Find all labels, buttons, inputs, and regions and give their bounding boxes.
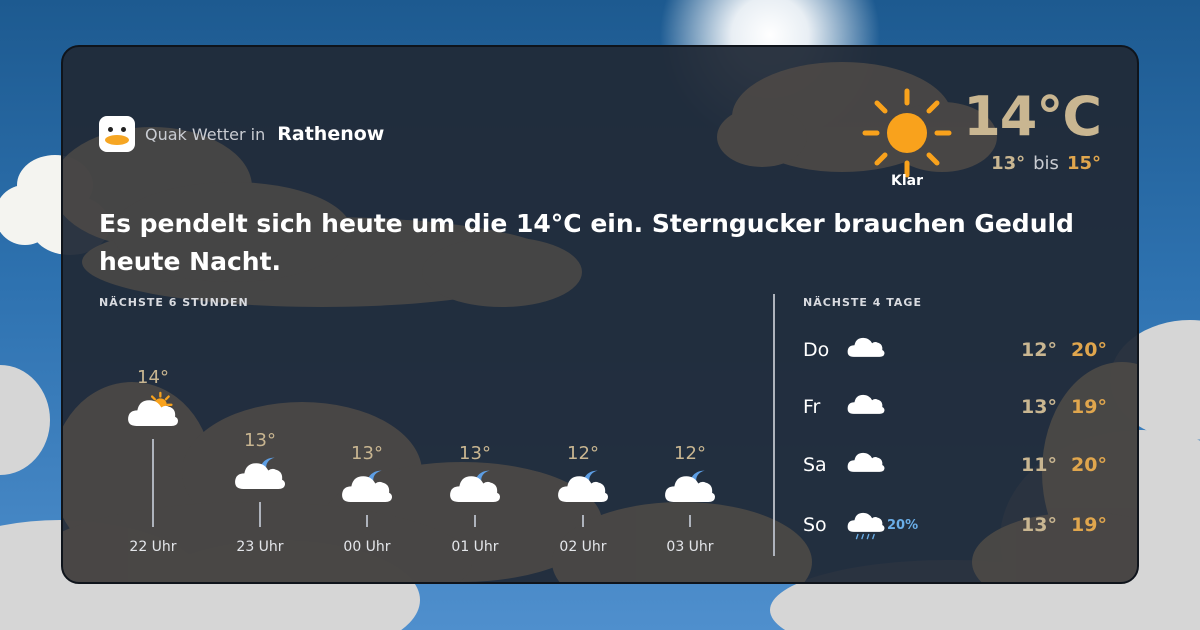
brand-header: Quak Wetter in Rathenow — [99, 115, 384, 153]
day-low: 13° — [1021, 514, 1057, 536]
hourly-level-line — [689, 515, 691, 527]
cloud-moon-icon — [342, 470, 393, 502]
cloud-icon — [847, 337, 885, 357]
hourly-temperature: 12° — [674, 443, 706, 464]
hourly-item: 12° 03 Uhr — [650, 367, 730, 557]
hourly-level-line — [259, 502, 261, 527]
cloud-sun-icon — [128, 391, 179, 426]
current-weather: Klar 14°C 13° bis 15° — [861, 85, 1102, 197]
hourly-section-title: NÄCHSTE 6 STUNDEN — [99, 296, 249, 309]
daily-item: Do 12° 20° — [803, 331, 1107, 371]
day-high: 20° — [1071, 454, 1107, 476]
day-low: 12° — [1021, 339, 1057, 361]
daily-section-title: NÄCHSTE 4 TAGE — [803, 296, 922, 309]
day-high: 19° — [1071, 396, 1107, 418]
current-condition: Klar — [891, 173, 923, 189]
hourly-item: 13° 01 Uhr — [435, 367, 515, 557]
day-name: So — [803, 514, 827, 536]
hourly-temperature: 13° — [351, 443, 383, 464]
weather-card: Quak Wetter in Rathenow Klar 14°C 13° bis… — [61, 45, 1139, 584]
hourly-time: 02 Uhr — [559, 539, 607, 555]
day-name: Do — [803, 339, 830, 361]
cloud-icon — [847, 394, 885, 414]
day-low: 11° — [1021, 454, 1057, 476]
hourly-temperature: 12° — [567, 443, 599, 464]
day-high: 19° — [1071, 514, 1107, 536]
today-high: 15° — [1066, 153, 1101, 174]
hourly-item: 13° 23 Uhr — [220, 367, 300, 557]
hourly-time: 01 Uhr — [451, 539, 499, 555]
cloud-moon-icon — [665, 470, 716, 502]
cloud-moon-icon — [235, 458, 286, 490]
hourly-time: 03 Uhr — [666, 539, 714, 555]
hourly-level-line — [152, 439, 154, 527]
app-name: Quak Wetter in — [145, 124, 266, 144]
day-high: 20° — [1071, 339, 1107, 361]
current-temperature: 14°C — [963, 85, 1102, 148]
day-low: 13° — [1021, 396, 1057, 418]
cloud-moon-icon — [558, 470, 609, 502]
duck-logo-icon — [99, 116, 135, 152]
hourly-temperature: 13° — [459, 443, 491, 464]
daily-item: Sa 11° 20° — [803, 446, 1107, 486]
daily-item: So 20% 13° 19° — [803, 506, 1107, 546]
city-name: Rathenow — [277, 123, 385, 145]
cloud-moon-icon — [450, 470, 501, 502]
precip-chance: 20% — [887, 518, 919, 533]
hourly-item: 12° 02 Uhr — [543, 367, 623, 557]
hourly-item: 13° 00 Uhr — [327, 367, 407, 557]
hourly-time: 22 Uhr — [129, 539, 177, 555]
hourly-temperature: 13° — [244, 430, 276, 452]
hourly-time: 23 Uhr — [236, 539, 284, 555]
section-divider — [773, 294, 775, 556]
forecast-summary: Es pendelt sich heute um die 14°C ein. S… — [99, 209, 1074, 276]
today-low: 13° — [991, 153, 1026, 174]
cloud-rain-icon — [847, 512, 885, 540]
day-name: Sa — [803, 454, 827, 476]
day-name: Fr — [803, 396, 821, 418]
hourly-item: 14° 22 Uhr — [113, 367, 193, 557]
cloud-icon — [847, 452, 885, 472]
hourly-level-line — [474, 515, 476, 527]
range-separator: bis — [1033, 153, 1059, 174]
hourly-temperature: 14° — [137, 367, 169, 388]
hourly-level-line — [366, 515, 368, 527]
hourly-level-line — [582, 515, 584, 527]
sun-icon — [862, 88, 952, 178]
hourly-time: 00 Uhr — [343, 539, 391, 555]
today-temperature-range: 13° bis 15° — [991, 153, 1101, 174]
daily-item: Fr 13° 19° — [803, 388, 1107, 428]
